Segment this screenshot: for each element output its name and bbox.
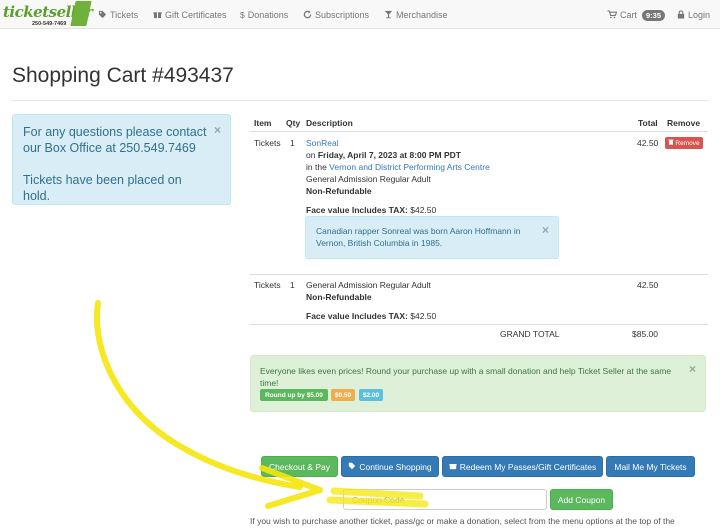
event-venue: in the Vernon and District Performing Ar… — [306, 162, 490, 172]
grand-total-value: $85.00 — [632, 329, 658, 339]
nav-cart[interactable]: Cart 9:35 — [607, 8, 666, 22]
face-value-amount: $42.50 — [410, 311, 437, 321]
sync-icon — [303, 9, 312, 21]
row-divider — [250, 274, 708, 275]
box-office-message: For any questions please contact our Box… — [23, 125, 207, 155]
admission-type: General Admission Regular Adult — [306, 280, 431, 290]
face-value: Face value Includes TAX: $42.50 — [306, 205, 436, 215]
nav-donations[interactable]: $ Donations — [240, 8, 288, 22]
coupon-code-input[interactable] — [343, 489, 547, 510]
mail-tickets-label: Mail Me My Tickets — [614, 461, 687, 472]
cart-timer-badge: 9:35 — [642, 9, 666, 21]
col-header-total: Total — [638, 118, 658, 128]
row-divider — [250, 324, 708, 325]
event-date: on Friday, April 7, 2023 at 8:00 PM PDT — [306, 150, 461, 160]
glass-icon — [384, 10, 393, 21]
page-title: Shopping Cart #493437 — [12, 64, 234, 87]
nav-login-label: Login — [688, 10, 711, 20]
trash-icon — [668, 139, 674, 147]
nav-merchandise-label: Merchandise — [396, 10, 448, 20]
nav-login[interactable]: Login — [677, 8, 710, 22]
event-note: Canadian rapper Sonreal was born Aaron H… — [305, 216, 559, 259]
date-prefix: on — [306, 150, 316, 160]
event-note-text: Canadian rapper Sonreal was born Aaron H… — [316, 226, 521, 248]
checkout-button[interactable]: Checkout & Pay — [261, 456, 338, 477]
refund-policy: Non-Refundable — [306, 292, 372, 302]
add-coupon-label: Add Coupon — [557, 494, 606, 505]
row-total: 42.50 — [637, 280, 659, 290]
row-item: Tickets — [254, 138, 281, 148]
tag-icon — [98, 10, 107, 21]
nav-gift-label: Gift Certificates — [165, 10, 227, 20]
face-value-amount: $42.50 — [410, 205, 437, 215]
add-coupon-button[interactable]: Add Coupon — [550, 489, 613, 510]
top-navbar: ticketseller 250-549-7469 Tickets Gift C… — [0, 0, 720, 29]
title-divider — [12, 100, 708, 101]
footer-instructions: If you wish to purchase another ticket, … — [250, 516, 675, 526]
venue-prefix: in the — [306, 162, 327, 172]
refund-policy: Non-Refundable — [306, 186, 372, 196]
face-value-label: Face value Includes TAX: — [306, 205, 408, 215]
round-up-message: Everyone likes even prices! Round your p… — [260, 366, 672, 388]
row-qty: 1 — [290, 280, 295, 290]
col-header-qty: Qty — [286, 118, 301, 128]
nav-tickets[interactable]: Tickets — [98, 8, 138, 22]
row-item: Tickets — [254, 280, 281, 290]
continue-shopping-label: Continue Shopping — [359, 461, 432, 472]
ticketseller-logo[interactable]: ticketseller 250-549-7469 — [3, 1, 93, 29]
round-up-2-button[interactable]: $2.00 — [359, 389, 383, 401]
gift-icon — [449, 462, 457, 472]
close-icon[interactable]: × — [214, 122, 221, 138]
redeem-label: Redeem My Passes/Gift Certificates — [459, 461, 597, 472]
gift-icon — [153, 10, 162, 21]
dollar-icon: $ — [240, 10, 245, 20]
row-qty: 1 — [290, 138, 295, 148]
hold-message: Tickets have been placed on hold. — [23, 173, 182, 203]
round-up-050-button[interactable]: $0.50 — [331, 389, 355, 401]
remove-button[interactable]: Remove — [665, 137, 703, 149]
close-icon[interactable]: × — [689, 363, 696, 375]
nav-cart-label: Cart — [620, 10, 638, 20]
col-header-description: Description — [306, 118, 353, 128]
cart-icon — [607, 9, 618, 21]
redeem-button[interactable]: Redeem My Passes/Gift Certificates — [442, 456, 603, 477]
nav-tickets-label: Tickets — [110, 10, 139, 20]
nav-gift-certificates[interactable]: Gift Certificates — [153, 8, 227, 22]
continue-shopping-button[interactable]: Continue Shopping — [341, 456, 439, 477]
face-value-label: Face value Includes TAX: — [306, 311, 408, 321]
lock-icon — [677, 9, 685, 21]
face-value: Face value Includes TAX: $42.50 — [306, 311, 436, 321]
checkout-label: Checkout & Pay — [269, 461, 330, 472]
nav-subscriptions[interactable]: Subscriptions — [303, 8, 369, 22]
date-value: Friday, April 7, 2023 at 8:00 PM PDT — [317, 150, 461, 160]
nav-subscriptions-label: Subscriptions — [315, 10, 370, 20]
col-header-remove: Remove — [667, 118, 701, 128]
logo-phone: 250-549-7469 — [32, 21, 67, 27]
row-total: 42.50 — [637, 138, 659, 148]
mail-tickets-button[interactable]: Mail Me My Tickets — [606, 456, 695, 477]
nav-donations-label: Donations — [247, 10, 289, 20]
round-up-5-button[interactable]: Round up by $5.00 — [260, 389, 328, 401]
venue-link[interactable]: Vernon and District Performing Arts Cent… — [329, 162, 490, 172]
grand-total-label: GRAND TOTAL — [500, 329, 560, 339]
nav-merchandise[interactable]: Merchandise — [384, 8, 448, 22]
box-office-alert: For any questions please contact our Box… — [12, 114, 231, 205]
event-name-link[interactable]: SonReal — [306, 138, 339, 148]
admission-type: General Admission Regular Adult — [306, 174, 431, 184]
header-divider — [250, 131, 708, 132]
round-up-alert: Everyone likes even prices! Round your p… — [250, 355, 706, 412]
tag-icon — [348, 462, 356, 472]
col-header-item: Item — [254, 118, 272, 128]
remove-label: Remove — [675, 139, 700, 147]
close-icon[interactable]: × — [542, 224, 549, 236]
